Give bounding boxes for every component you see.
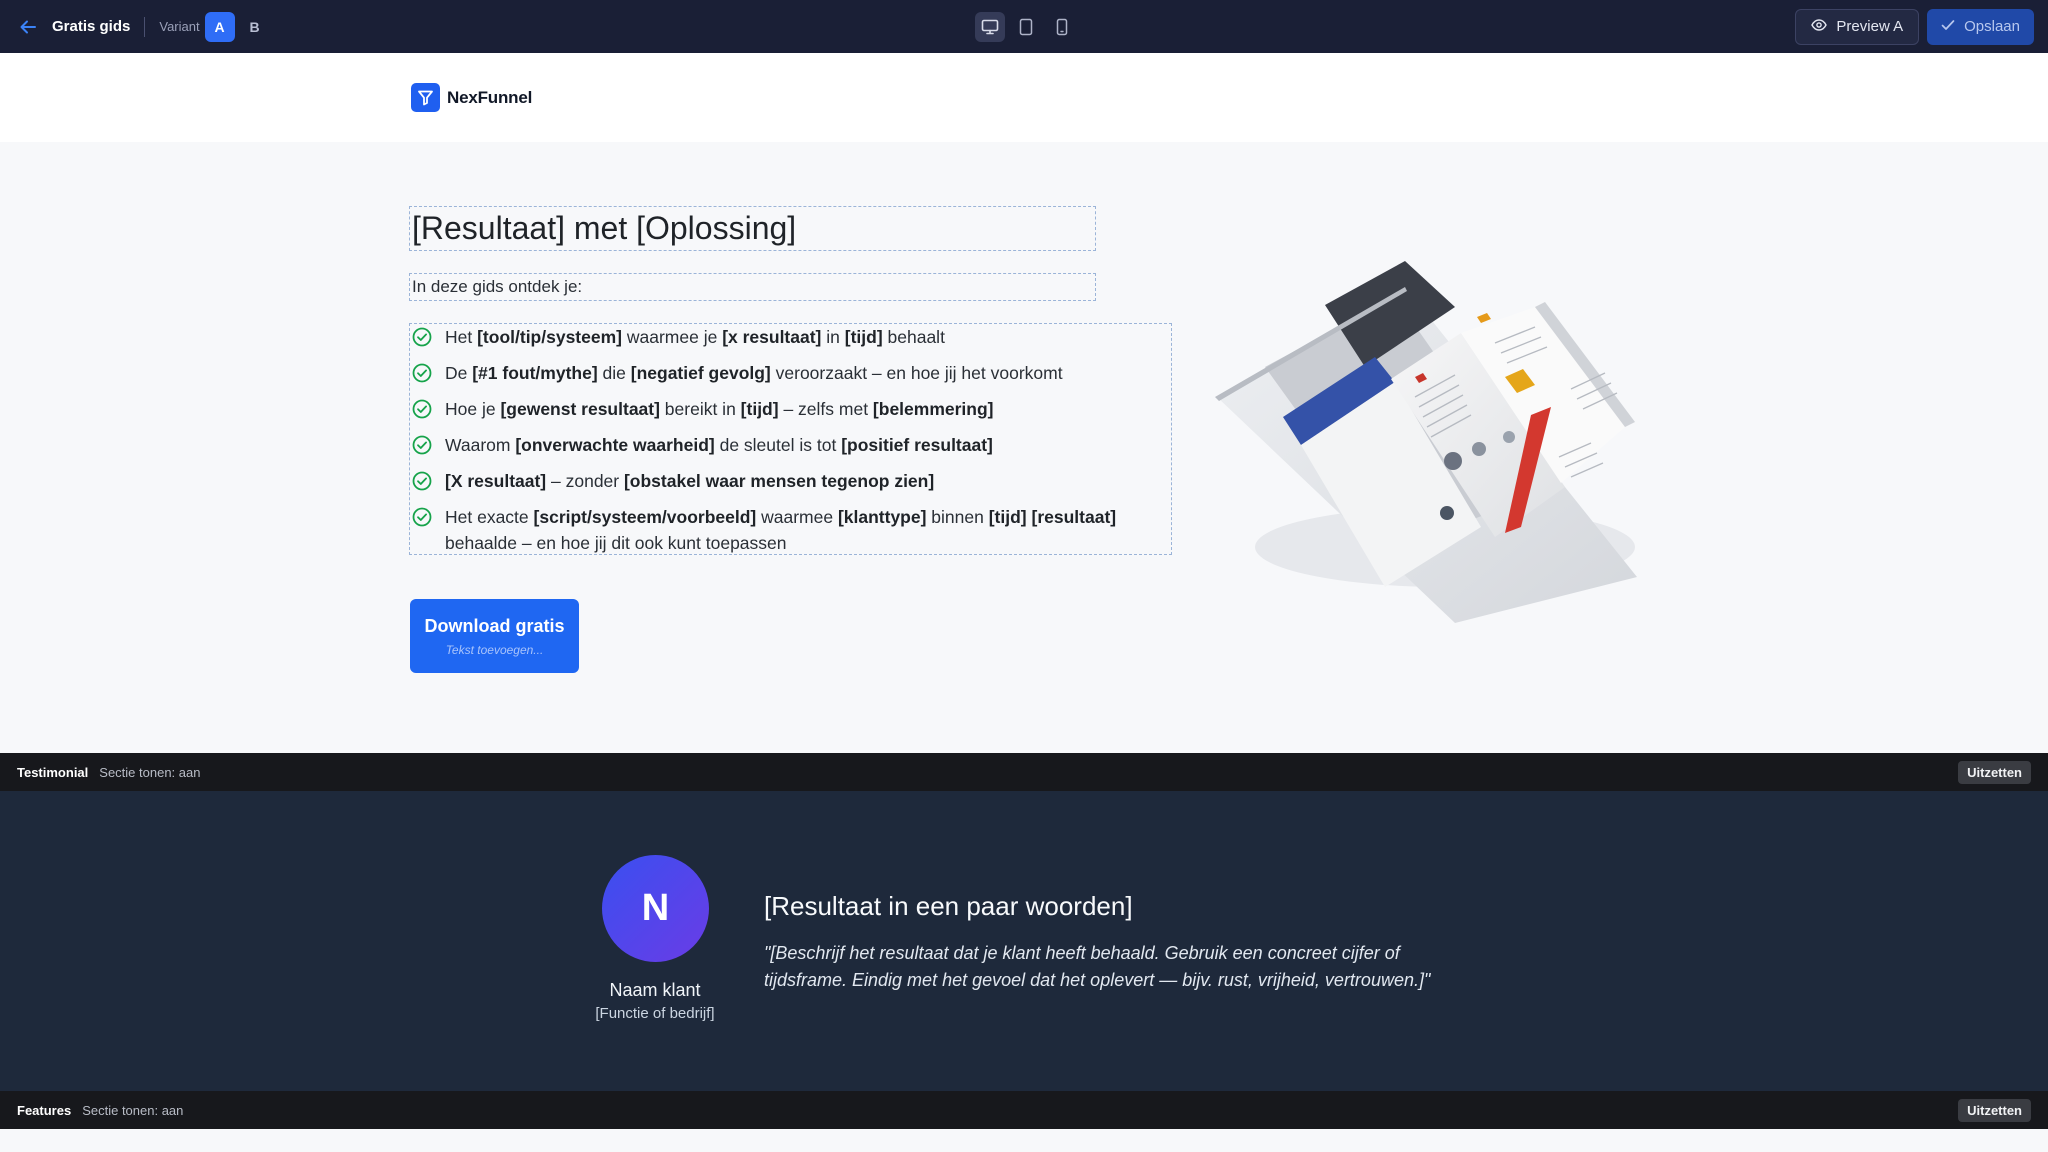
- bullet-text: Hoe je [gewenst resultaat] bereikt in [t…: [445, 399, 994, 419]
- bullet-text: Het [tool/tip/systeem] waarmee je [x res…: [445, 327, 945, 347]
- features-section: [0, 1129, 2048, 1152]
- download-button[interactable]: Download gratis Tekst toevoegen...: [410, 599, 579, 673]
- logo[interactable]: NexFunnel: [411, 83, 532, 112]
- page-name: Gratis gids: [52, 18, 131, 35]
- device-switcher: [975, 0, 1077, 53]
- list-item: Waarom [onverwachte waarheid] de sleutel…: [410, 432, 1170, 458]
- customer-name[interactable]: Naam klant: [555, 980, 755, 1001]
- check-circle-icon: [411, 362, 433, 384]
- check-circle-icon: [411, 470, 433, 492]
- toolbar-left: Gratis gids Variant A B: [18, 0, 270, 53]
- section-status: Sectie tonen: aan: [82, 1102, 184, 1118]
- guide-mockup-image[interactable]: [1205, 247, 1645, 632]
- bullet-text: [X resultaat] – zonder [obstakel waar me…: [445, 471, 935, 491]
- section-title: Testimonial: [17, 764, 89, 780]
- hide-section-button[interactable]: Uitzetten: [1958, 761, 2031, 784]
- check-circle-icon: [411, 326, 433, 348]
- variant-b-button[interactable]: B: [240, 12, 270, 42]
- check-circle-icon: [411, 506, 433, 528]
- variant-a-button[interactable]: A: [204, 11, 235, 42]
- list-item: De [#1 fout/mythe] die [negatief gevolg]…: [410, 360, 1170, 386]
- list-item: Hoe je [gewenst resultaat] bereikt in [t…: [410, 396, 1170, 422]
- brand-name: NexFunnel: [447, 87, 533, 107]
- bullet-list[interactable]: Het [tool/tip/systeem] waarmee je [x res…: [409, 323, 1172, 555]
- preview-button[interactable]: Preview A: [1795, 8, 1920, 45]
- bullet-text: Het exacte [script/systeem/voorbeeld] wa…: [445, 507, 1117, 553]
- editor-toolbar: Gratis gids Variant A B Preview A Opslaa…: [0, 0, 2048, 53]
- toolbar-right: Preview A Opslaan: [1795, 0, 2034, 53]
- eye-icon: [1811, 18, 1828, 35]
- check-icon: [1941, 18, 1955, 35]
- bullet-text: De [#1 fout/mythe] die [negatief gevolg]…: [445, 363, 1063, 383]
- hero-intro[interactable]: In deze gids ontdek je:: [409, 273, 1096, 301]
- save-label: Opslaan: [1964, 18, 2020, 35]
- customer-role[interactable]: [Functie of bedrijf]: [555, 1005, 755, 1022]
- mobile-icon[interactable]: [1047, 12, 1077, 42]
- section-bar-features: Features Sectie tonen: aan Uitzetten: [0, 1091, 2048, 1129]
- testimonial-headline[interactable]: [Resultaat in een paar woorden]: [764, 891, 1133, 922]
- preview-label: Preview A: [1836, 18, 1904, 35]
- testimonial-quote[interactable]: "[Beschrijf het resultaat dat je klant h…: [764, 940, 1464, 994]
- section-title: Features: [17, 1102, 72, 1118]
- hide-section-button[interactable]: Uitzetten: [1958, 1099, 2031, 1122]
- section-status: Sectie tonen: aan: [99, 764, 201, 780]
- cta-subtext[interactable]: Tekst toevoegen...: [446, 643, 544, 657]
- check-circle-icon: [411, 434, 433, 456]
- testimonial-section: N Naam klant [Functie of bedrijf] [Resul…: [0, 791, 2048, 1091]
- site-header: NexFunnel: [0, 53, 2048, 142]
- cta-label: Download gratis: [424, 616, 565, 636]
- desktop-icon[interactable]: [975, 11, 1005, 42]
- hero-section: [Resultaat] met [Oplossing] In deze gids…: [0, 142, 2048, 753]
- check-circle-icon: [411, 398, 433, 420]
- list-item: [X resultaat] – zonder [obstakel waar me…: [410, 468, 1170, 494]
- variant-label: Variant: [159, 19, 200, 34]
- arrow-left-icon[interactable]: [18, 17, 38, 37]
- save-button[interactable]: Opslaan: [1927, 8, 2034, 45]
- hero-title[interactable]: [Resultaat] met [Oplossing]: [409, 206, 1096, 251]
- avatar[interactable]: N: [602, 855, 709, 962]
- section-bar-testimonial: Testimonial Sectie tonen: aan Uitzetten: [0, 753, 2048, 791]
- toolbar-divider: [144, 16, 146, 37]
- bullet-text: Waarom [onverwachte waarheid] de sleutel…: [445, 435, 993, 455]
- funnel-icon: [411, 83, 440, 112]
- list-item: Het exacte [script/systeem/voorbeeld] wa…: [410, 504, 1170, 556]
- tablet-icon[interactable]: [1011, 12, 1041, 42]
- list-item: Het [tool/tip/systeem] waarmee je [x res…: [410, 324, 1170, 350]
